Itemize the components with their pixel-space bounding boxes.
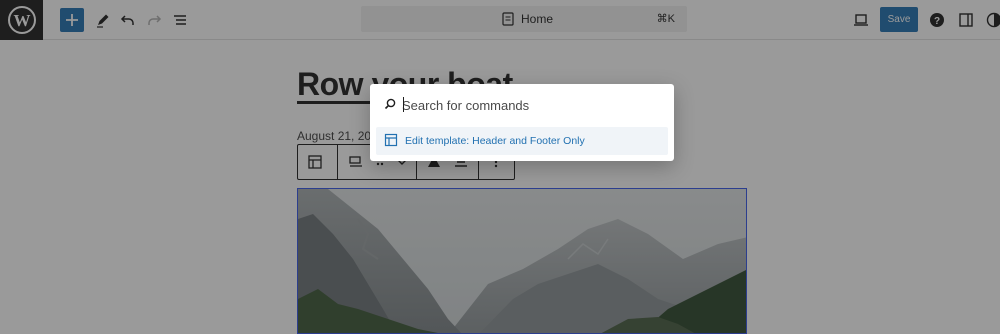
command-result-label: Edit template: Header and Footer Only <box>405 135 585 147</box>
command-search-input[interactable] <box>402 95 662 115</box>
layout-icon <box>384 133 398 147</box>
text-caret <box>403 97 404 112</box>
modal-overlay[interactable] <box>0 0 1000 334</box>
search-icon <box>384 98 396 110</box>
command-palette: Edit template: Header and Footer Only <box>370 84 674 161</box>
command-result-item[interactable]: Edit template: Header and Footer Only <box>376 127 668 155</box>
